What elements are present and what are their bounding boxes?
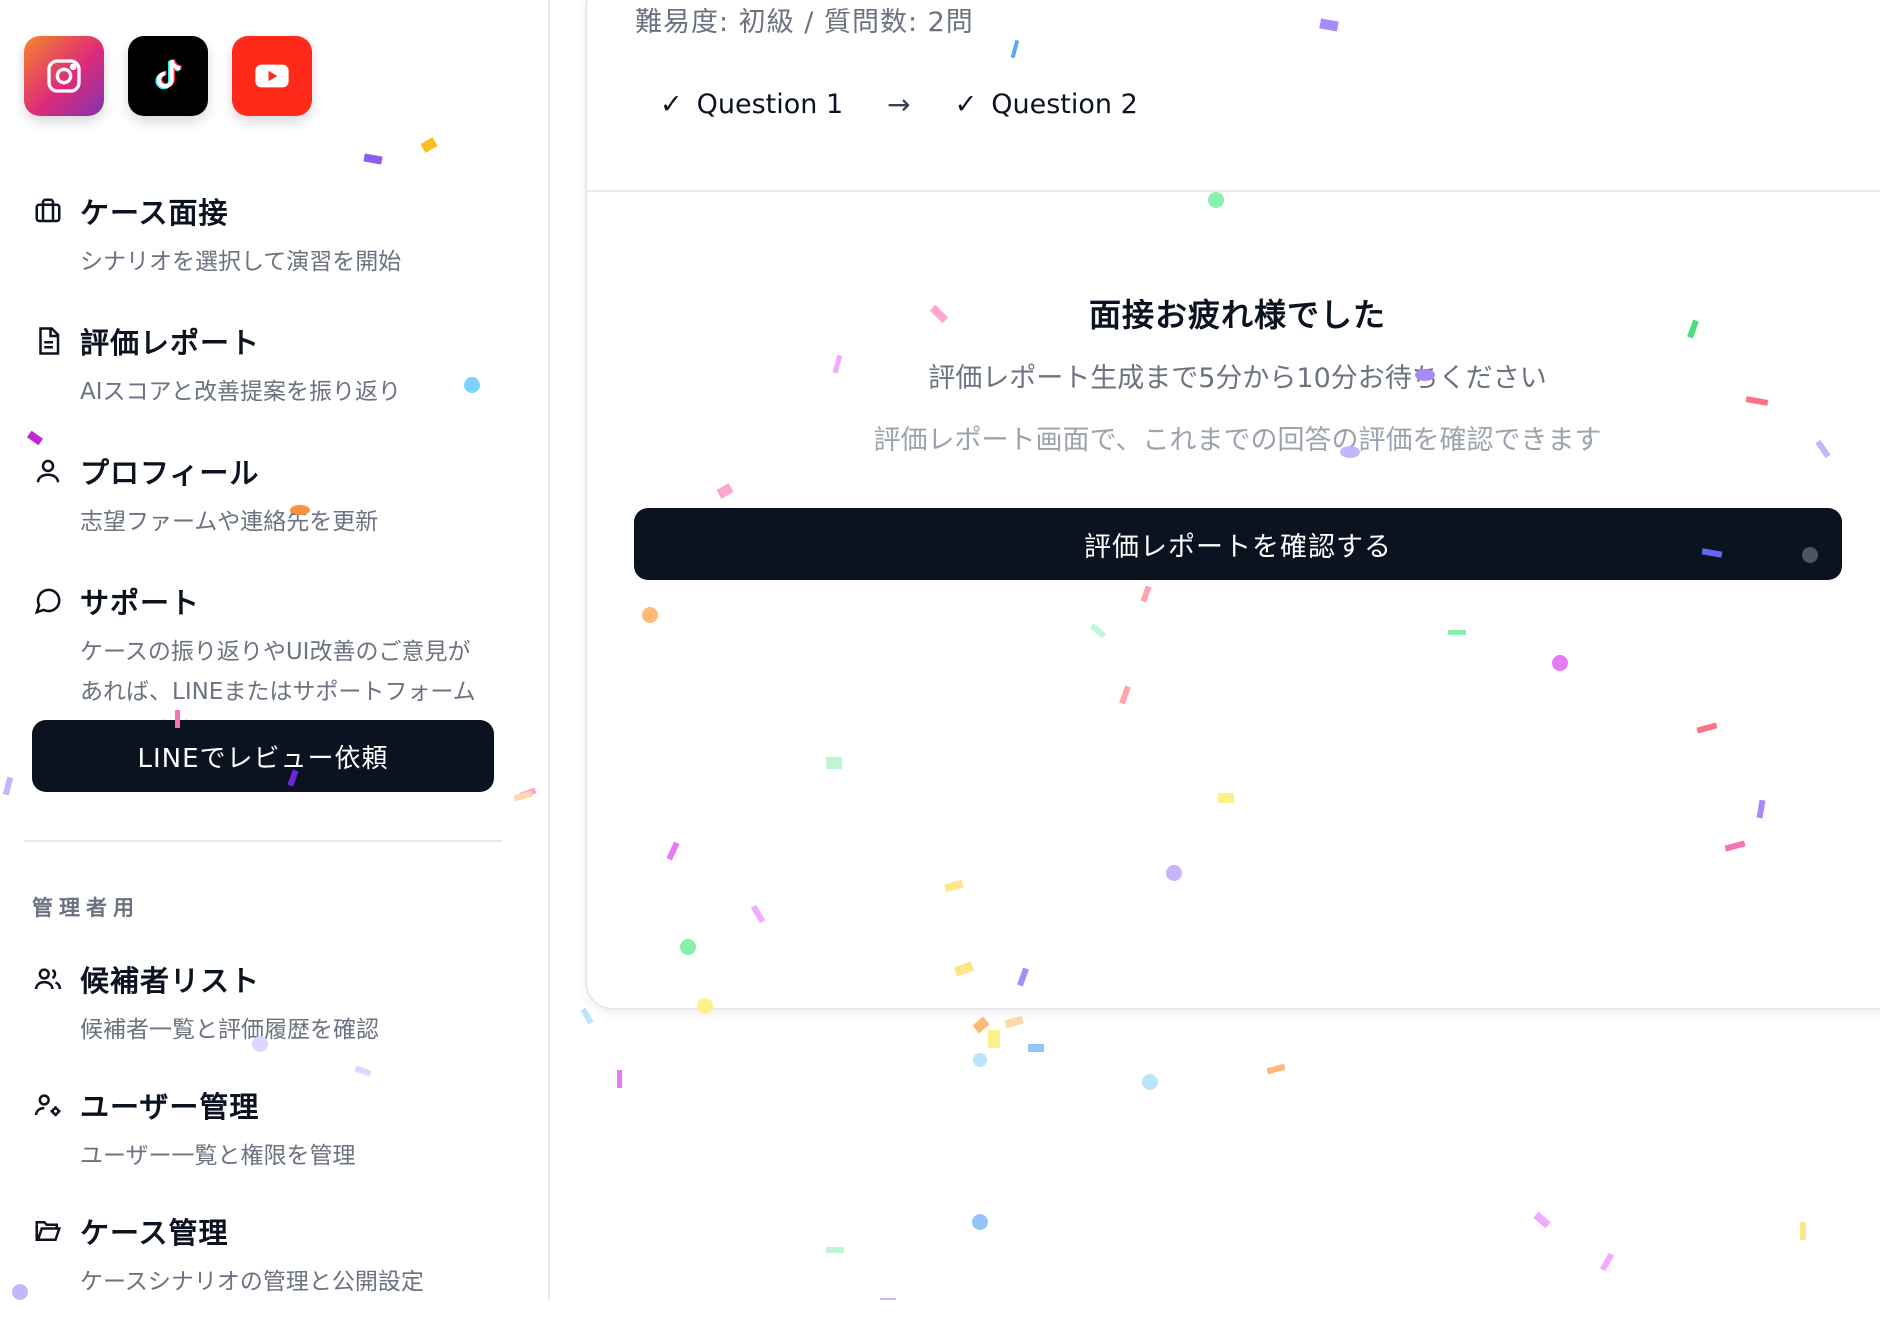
sidebar-item-user-management[interactable]: ユーザー管理 ユーザー一覧と権限を管理 — [32, 1084, 502, 1176]
admin-nav: 候補者リスト 候補者一覧と評価履歴を確認 ユーザー管理 ユーザー一覧と権限を管理… — [32, 958, 502, 1336]
step-label: Question 2 — [991, 89, 1138, 120]
main-nav: ケース面接 シナリオを選択して演習を開始 評価レポート AIスコアと改善提案を振… — [32, 190, 502, 790]
sidebar-item-subtitle: AIスコアと改善提案を振り返り — [80, 379, 402, 405]
admin-section-label: 管理者用 — [32, 896, 140, 920]
instagram-icon — [47, 59, 81, 93]
line-review-button[interactable]: LINEでレビュー依頼 — [32, 720, 494, 792]
question-steps: ✓ Question 1 → ✓ Question 2 — [660, 88, 1138, 121]
tiktok-button[interactable] — [128, 36, 208, 116]
support-text-line: あれば、LINEまたはサポートフォーム — [80, 679, 476, 705]
support-text-line: ケースの振り返りやUI改善のご意見が — [80, 639, 471, 665]
sidebar-item-subtitle: シナリオを選択して演習を開始 — [80, 249, 402, 275]
sidebar-item-candidates[interactable]: 候補者リスト 候補者一覧と評価履歴を確認 — [32, 958, 502, 1050]
users-icon — [32, 963, 64, 995]
youtube-button[interactable] — [232, 36, 312, 116]
sidebar-item-subtitle: ケースシナリオの管理と公開設定 — [80, 1269, 424, 1295]
sidebar-item-title: 候補者リスト — [80, 964, 261, 998]
tiktok-icon — [155, 59, 182, 90]
sidebar-item-subtitle: 候補者一覧と評価履歴を確認 — [80, 1017, 379, 1043]
sidebar-item-profile[interactable]: プロフィール 志望ファームや連絡先を更新 — [32, 450, 502, 542]
chat-bubble-icon — [32, 585, 64, 617]
completion-title: 面接お疲れ様でした — [1088, 296, 1386, 334]
completion-info-message: 評価レポート画面で、これまでの回答の評価を確認できます — [873, 425, 1602, 456]
sidebar-item-title: ケース管理 — [80, 1216, 229, 1250]
sidebar-item-title: 評価レポート — [80, 326, 261, 360]
user-settings-icon — [32, 1089, 64, 1121]
document-icon — [32, 325, 64, 357]
youtube-icon — [255, 64, 289, 88]
sidebar-item-title: プロフィール — [80, 456, 260, 490]
arrow-right-icon: → — [887, 88, 911, 121]
sidebar-item-case-management[interactable]: ケース管理 ケースシナリオの管理と公開設定 — [32, 1210, 502, 1302]
check-icon: ✓ — [954, 89, 978, 120]
sidebar-divider — [24, 840, 502, 842]
briefcase-icon — [32, 195, 64, 227]
user-icon — [32, 455, 64, 487]
sidebar-item-case-interview[interactable]: ケース面接 シナリオを選択して演習を開始 — [32, 190, 502, 282]
step-question-2: ✓ Question 2 — [955, 89, 1138, 120]
sidebar-item-subtitle: ユーザー一覧と権限を管理 — [80, 1143, 356, 1169]
view-report-button[interactable]: 評価レポートを確認する — [634, 508, 1842, 580]
check-icon: ✓ — [660, 89, 683, 120]
step-label: Question 1 — [696, 89, 844, 120]
sidebar: ケース面接 シナリオを選択して演習を開始 評価レポート AIスコアと改善提案を振… — [0, 0, 550, 1300]
sidebar-item-title: ケース面接 — [80, 196, 229, 230]
sidebar-item-title: サポート — [80, 586, 201, 620]
interview-complete-card — [585, 0, 1880, 1010]
social-links — [24, 36, 312, 116]
folder-open-icon — [32, 1215, 64, 1247]
interview-meta: 難易度: 初級 / 質問数: 2問 — [635, 7, 974, 38]
completion-wait-message: 評価レポート生成まで5分から10分お待ちください — [928, 363, 1547, 394]
card-divider — [585, 190, 1880, 192]
instagram-button[interactable] — [24, 36, 104, 116]
sidebar-item-subtitle: 志望ファームや連絡先を更新 — [80, 509, 379, 535]
sidebar-item-title: ユーザー管理 — [80, 1090, 260, 1124]
sidebar-item-report[interactable]: 評価レポート AIスコアと改善提案を振り返り — [32, 320, 502, 412]
step-question-1: ✓ Question 1 — [660, 89, 843, 120]
